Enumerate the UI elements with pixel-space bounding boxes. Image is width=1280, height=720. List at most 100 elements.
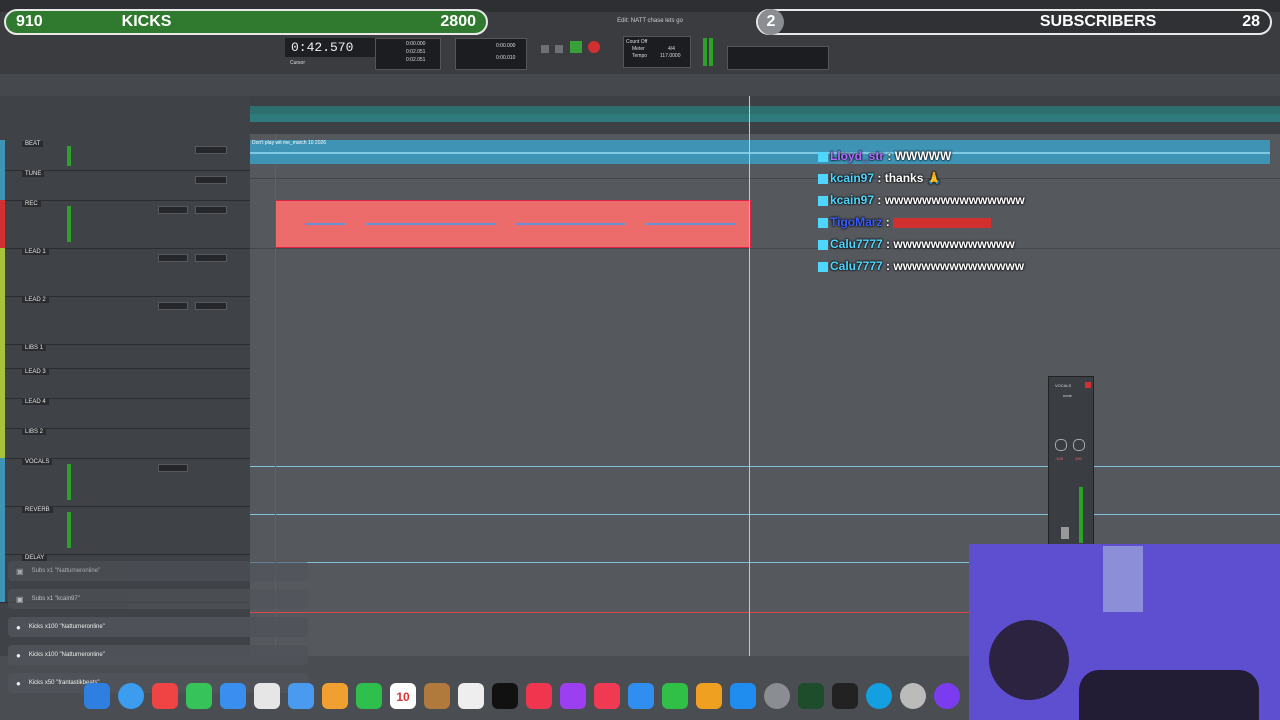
track-name[interactable]: LEAD 2 [22, 297, 49, 303]
reminders-icon[interactable] [458, 683, 484, 709]
notification-text: Subs x1 "kcain97" [31, 596, 80, 602]
track-row[interactable]: LIBS 1 [0, 344, 250, 369]
music-icon[interactable] [526, 683, 552, 709]
track-row[interactable]: REVERB [0, 506, 250, 555]
record-button[interactable] [588, 41, 601, 53]
volume-fader[interactable] [1061, 527, 1069, 539]
notes-icon[interactable] [254, 683, 280, 709]
io-slot[interactable] [195, 254, 227, 262]
output-meter [1079, 487, 1083, 543]
finder-icon[interactable] [84, 683, 110, 709]
notification-text: Subs x1 "Natturneronline" [31, 568, 101, 574]
disk-utility-icon[interactable] [900, 683, 926, 709]
subscribers-label: SUBSCRIBERS [1039, 13, 1157, 30]
mail-icon[interactable] [220, 683, 246, 709]
track-color [0, 200, 5, 248]
track-name[interactable]: BEAT [22, 141, 44, 147]
contacts-icon[interactable] [424, 683, 450, 709]
close-icon[interactable] [1085, 382, 1091, 388]
io-slot[interactable] [195, 302, 227, 310]
meter-value[interactable]: 4/4 [668, 46, 675, 52]
track-name[interactable]: LIBS 2 [22, 429, 47, 435]
appletv-icon[interactable] [492, 683, 518, 709]
protools-icon[interactable] [934, 683, 960, 709]
settings-icon[interactable] [764, 683, 790, 709]
messages-icon[interactable] [186, 683, 212, 709]
notification-text: Kicks x100 "Natturneronline" [28, 652, 105, 658]
track-row[interactable]: REC [0, 200, 250, 249]
podcasts-icon[interactable] [560, 683, 586, 709]
track-name[interactable]: REC [22, 201, 41, 207]
maps-icon[interactable] [288, 683, 314, 709]
tempo-value[interactable]: 117.0000 [660, 53, 680, 59]
numbers-icon[interactable] [662, 683, 688, 709]
master-meter [703, 38, 707, 66]
track-row[interactable]: VOCALS [0, 458, 250, 507]
selection-end[interactable]: 0:02.051 [406, 49, 425, 55]
main-counter[interactable]: 0:42.570 [285, 38, 377, 57]
stop-icon[interactable] [555, 45, 564, 53]
track-row[interactable]: LEAD 2 [0, 296, 250, 345]
lane-divider [250, 178, 1280, 179]
counter-mode-label: Cursor [290, 60, 306, 66]
news-icon[interactable] [594, 683, 620, 709]
clip-label: Don't play wit me_march 10 2026 [252, 140, 327, 146]
chat-text: : [885, 215, 890, 229]
track-name[interactable]: LEAD 1 [22, 249, 49, 255]
nudge-value[interactable]: 0:00.010 [496, 55, 515, 61]
track-name[interactable]: LIBS 1 [22, 345, 47, 351]
keynote-icon[interactable] [628, 683, 654, 709]
io-slot[interactable] [195, 206, 227, 214]
plugin-preset[interactable]: none [1063, 393, 1072, 398]
play-button[interactable] [569, 41, 582, 53]
grid-value[interactable]: 0:00.000 [496, 43, 515, 49]
obs-icon[interactable] [866, 683, 892, 709]
insert-slot[interactable] [158, 206, 188, 214]
track-row[interactable]: BEAT [0, 140, 250, 171]
tempo-label: Tempo [632, 53, 648, 59]
rec-clip[interactable] [275, 200, 751, 248]
playhead[interactable] [749, 96, 750, 656]
alert-notification: ● Kicks x100 "Natturneronline" [8, 645, 308, 665]
track-row[interactable]: LEAD 3 [0, 368, 250, 399]
pages-icon[interactable] [696, 683, 722, 709]
track-name[interactable]: TUNE [22, 171, 45, 177]
ilok-icon[interactable] [832, 683, 858, 709]
insert-slot[interactable] [158, 302, 188, 310]
output-window[interactable]: VOCALS none -100 100 [1048, 376, 1094, 548]
appstore-icon[interactable] [730, 683, 756, 709]
rewind-icon[interactable] [541, 45, 549, 53]
io-slot[interactable] [195, 176, 227, 184]
track-meter [67, 146, 71, 166]
pan-knob[interactable] [1073, 439, 1085, 451]
launchpad-icon[interactable] [152, 683, 178, 709]
selection-start[interactable]: 0:00.000 [406, 41, 425, 47]
track-name[interactable]: VOCALS [22, 459, 53, 465]
track-name[interactable]: LEAD 3 [22, 369, 49, 375]
track-row[interactable]: LEAD 1 [0, 248, 250, 297]
calendar-icon[interactable]: 10 [390, 683, 416, 709]
insert-slot[interactable] [158, 464, 188, 472]
track-name[interactable]: LEAD 4 [22, 399, 49, 405]
safari-icon[interactable] [118, 683, 144, 709]
io-slot[interactable] [195, 146, 227, 154]
tuner-icon[interactable] [798, 683, 824, 709]
chat-user: kcain97 [830, 171, 875, 185]
facetime-icon[interactable] [356, 683, 382, 709]
grid-settings[interactable] [727, 46, 829, 70]
photos-icon[interactable] [322, 683, 348, 709]
count-off-label[interactable]: Count Off [626, 39, 647, 45]
insert-slot[interactable] [158, 254, 188, 262]
volume-knob[interactable] [1055, 439, 1067, 451]
selection-length[interactable]: 0:02.051 [406, 57, 425, 63]
toolbar-secondary [0, 74, 1280, 97]
tempo-lane[interactable] [250, 106, 1280, 114]
track-name[interactable]: REVERB [22, 507, 53, 513]
meter-lane[interactable] [250, 114, 1280, 122]
beat-clip[interactable]: Don't play wit me_march 10 2026 [250, 140, 1270, 164]
badge-icon [818, 173, 828, 184]
track-row[interactable]: LIBS 2 [0, 428, 250, 459]
timeline-ruler[interactable] [250, 96, 1280, 134]
track-row[interactable]: LEAD 4 [0, 398, 250, 429]
track-row[interactable]: TUNE [0, 170, 250, 201]
